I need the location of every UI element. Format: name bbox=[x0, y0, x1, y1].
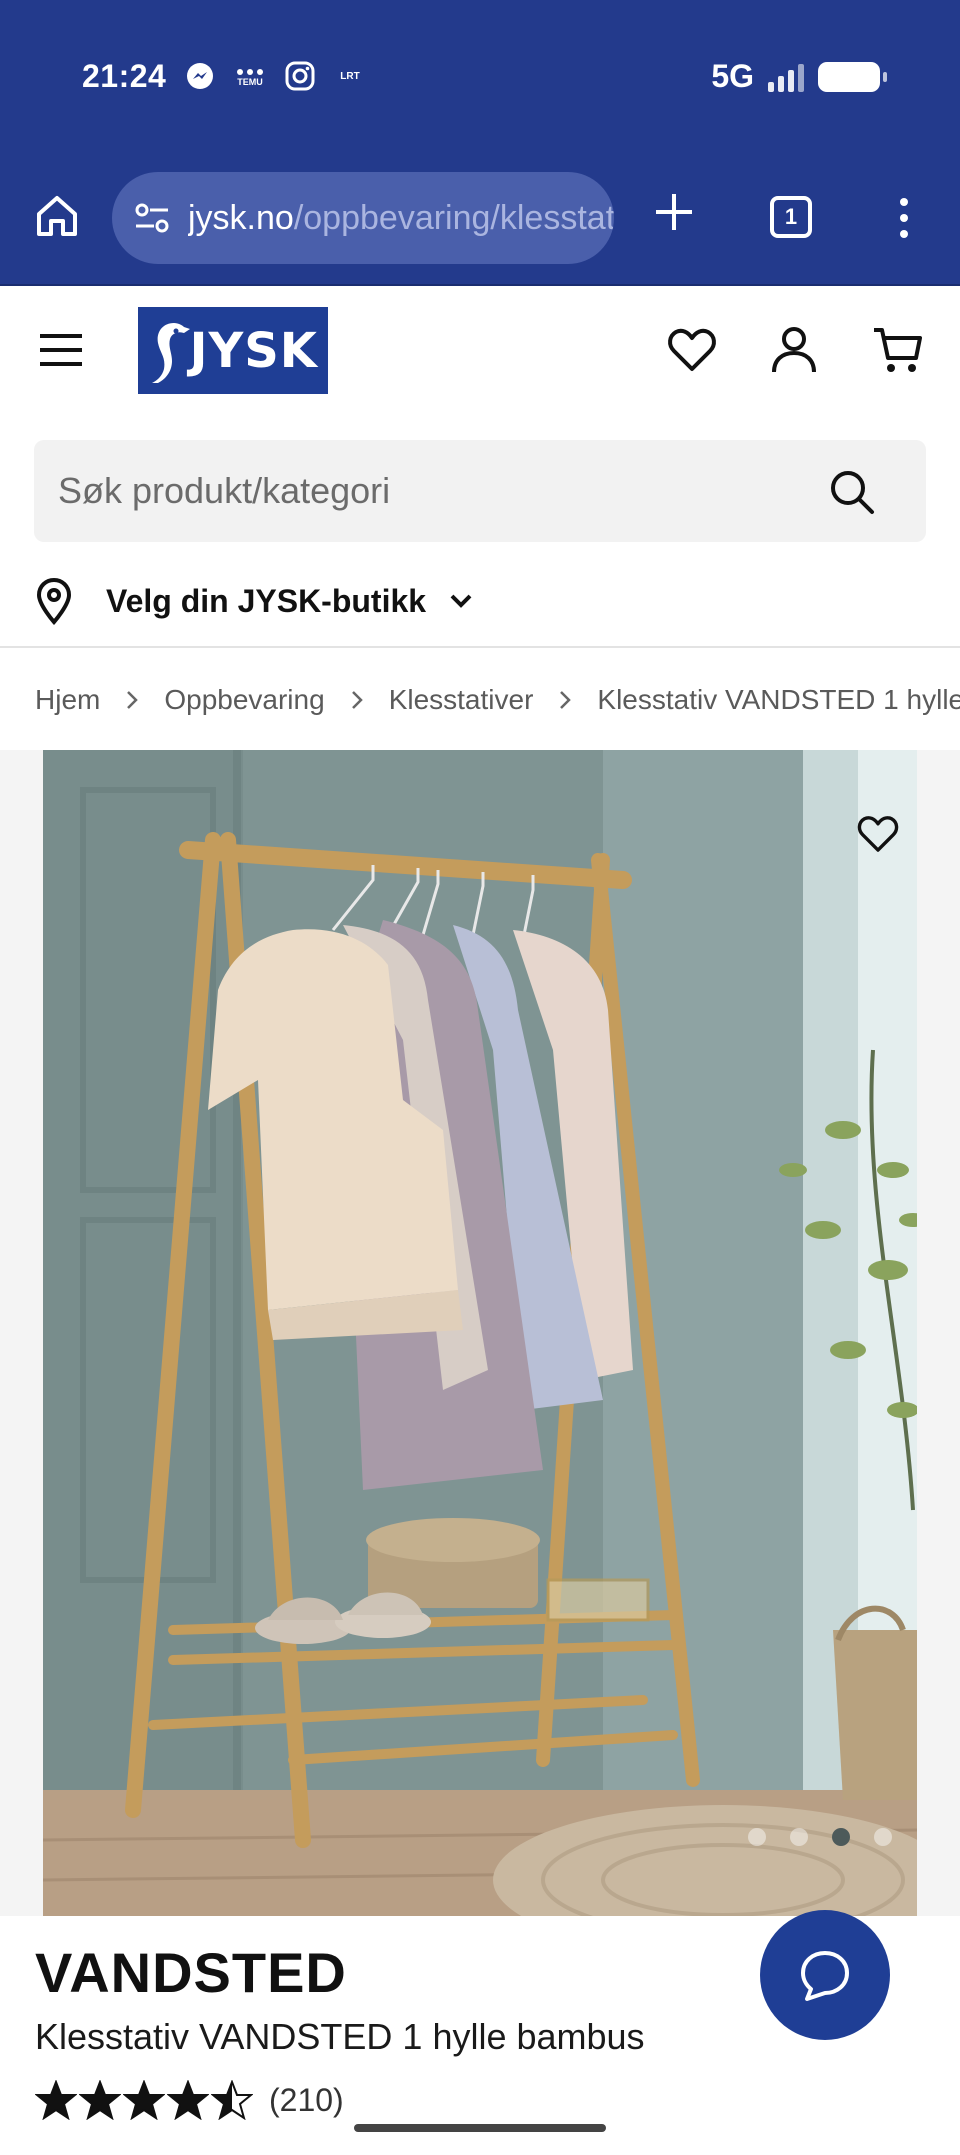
browser-toolbar: jysk.no/oppbevaring/klesstativer 1 bbox=[0, 160, 960, 286]
temu-icon: TEMU bbox=[234, 60, 266, 92]
product-title: Klesstativ VANDSTED 1 hylle bambus bbox=[35, 2016, 645, 2057]
instagram-icon bbox=[284, 60, 316, 92]
address-bar[interactable]: jysk.no/oppbevaring/klesstativer bbox=[112, 172, 614, 264]
breadcrumb: Hjem Oppbevaring Klesstativer Klesstativ… bbox=[35, 676, 960, 724]
battery-icon bbox=[818, 61, 887, 92]
divider bbox=[0, 646, 960, 648]
heart-icon bbox=[857, 816, 899, 852]
chevron-down-icon bbox=[450, 594, 472, 608]
breadcrumb-item-home[interactable]: Hjem bbox=[35, 684, 100, 716]
star-icon bbox=[35, 2080, 77, 2120]
new-tab-icon[interactable] bbox=[652, 190, 696, 234]
bird-logo-icon bbox=[152, 323, 190, 383]
lrt-icon: LRT bbox=[340, 70, 360, 82]
review-count[interactable]: (210) bbox=[269, 2082, 344, 2119]
chat-icon bbox=[801, 1951, 849, 2001]
star-icon bbox=[123, 2080, 165, 2120]
system-status: 5G bbox=[711, 58, 887, 95]
tab-switcher-button[interactable]: 1 bbox=[770, 196, 812, 238]
store-label: Velg din JYSK-butikk bbox=[106, 582, 427, 619]
jysk-logo[interactable]: JYSK bbox=[138, 307, 328, 394]
chevron-right-icon bbox=[351, 691, 363, 709]
chevron-right-icon bbox=[127, 691, 139, 709]
cart-icon[interactable] bbox=[872, 324, 924, 376]
gallery-pagination bbox=[748, 1828, 892, 1846]
rating[interactable]: (210) bbox=[35, 2080, 344, 2120]
status-bar: 21:24 TEMU LRT 5G bbox=[0, 0, 960, 160]
gallery-dot[interactable] bbox=[790, 1828, 808, 1846]
location-pin-icon bbox=[36, 577, 72, 625]
messenger-icon bbox=[184, 60, 216, 92]
search-icon[interactable] bbox=[828, 468, 876, 516]
chevron-right-icon bbox=[560, 691, 572, 709]
breadcrumb-item-klesstativer[interactable]: Klesstativer bbox=[389, 684, 534, 716]
product-gallery[interactable] bbox=[0, 750, 960, 1916]
breadcrumb-item-current: Klesstativ VANDSTED 1 hylle bambus bbox=[597, 684, 960, 715]
store-selector[interactable]: Velg din JYSK-butikk bbox=[34, 566, 476, 636]
notification-icons: TEMU LRT bbox=[184, 60, 366, 92]
site-settings-icon[interactable] bbox=[132, 198, 172, 238]
add-to-favorites-button[interactable] bbox=[852, 808, 904, 860]
gallery-dot[interactable] bbox=[832, 1828, 850, 1846]
product-image[interactable] bbox=[43, 750, 917, 1916]
logo-text: JYSK bbox=[189, 322, 318, 379]
search-input[interactable] bbox=[58, 440, 818, 542]
url-text[interactable]: jysk.no/oppbevaring/klesstativer bbox=[188, 199, 614, 238]
star-icon bbox=[167, 2080, 209, 2120]
more-menu-icon[interactable] bbox=[892, 194, 916, 242]
breadcrumb-item-oppbevaring[interactable]: Oppbevaring bbox=[164, 684, 324, 716]
search-box bbox=[34, 440, 926, 542]
chat-button[interactable] bbox=[760, 1910, 890, 2040]
home-indicator[interactable] bbox=[354, 2124, 606, 2132]
url-domain: jysk.no bbox=[188, 198, 294, 237]
site-header: JYSK bbox=[0, 288, 960, 408]
home-icon[interactable] bbox=[34, 193, 80, 239]
star-icon bbox=[211, 2080, 253, 2120]
network-type: 5G bbox=[711, 58, 754, 94]
product-brand: VANDSTED bbox=[35, 1941, 347, 2004]
account-icon[interactable] bbox=[768, 324, 820, 376]
wishlist-heart-icon[interactable] bbox=[666, 324, 718, 376]
status-time: 21:24 bbox=[82, 58, 167, 94]
menu-icon[interactable] bbox=[38, 332, 84, 368]
gallery-dot[interactable] bbox=[748, 1828, 766, 1846]
gallery-dot[interactable] bbox=[874, 1828, 892, 1846]
url-path: /oppbevaring/klesstativer bbox=[293, 198, 614, 237]
signal-icon bbox=[768, 62, 804, 92]
star-icon bbox=[79, 2080, 121, 2120]
product-photo-illustration bbox=[43, 750, 917, 1916]
